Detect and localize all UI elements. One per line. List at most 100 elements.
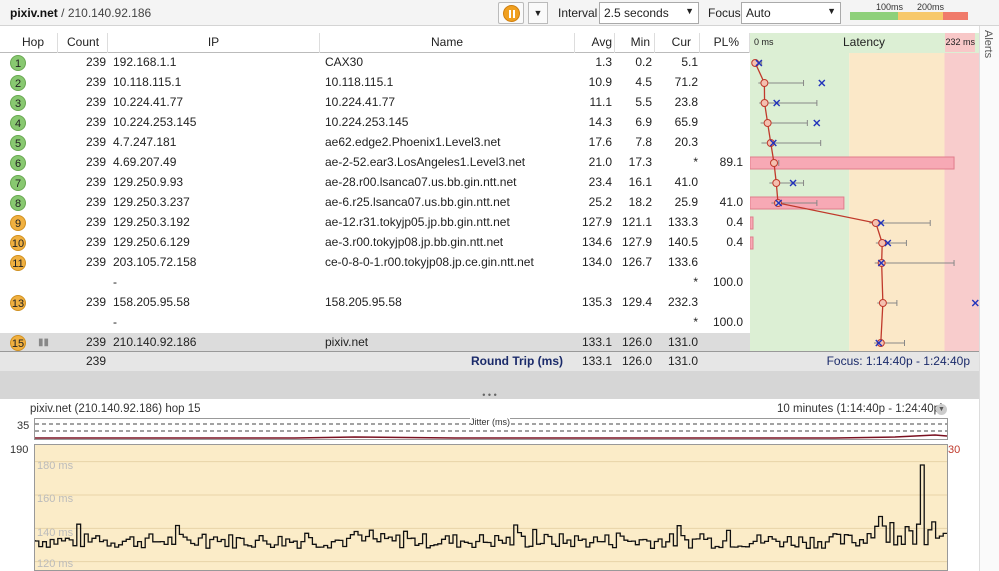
col-pl[interactable]: PL% [700,33,750,53]
hop-count: 239 [85,55,106,69]
table-row[interactable]: 3 239 10.224.41.77 10.224.41.77 11.1 5.5 23.8 [0,93,750,113]
focus-select[interactable]: Auto ▼ [741,2,841,24]
table-row[interactable]: 1 239 192.168.1.1 CAX30 1.3 0.2 5.1 [0,53,750,73]
jitter-graph: Jitter (ms) [34,417,948,440]
latency-chart [750,53,979,351]
hop-min: 127.9 [621,235,652,249]
hop-pl: 0.4 [726,235,743,249]
hop-badge: 6 [10,155,26,171]
col-avg[interactable]: Avg [575,33,615,53]
pane-splitter[interactable]: • • • [0,391,979,400]
hop-count: 239 [85,255,106,269]
table-row[interactable]: 13 239 158.205.95.58 158.205.95.58 135.3 129.… [0,293,750,313]
hop-cur: 5.1 [681,55,698,69]
hop-min: 126.0 [621,335,652,349]
col-latency[interactable]: 0 ms Latency 232 ms [750,33,979,53]
pause-dropdown-button[interactable]: ▼ [528,2,548,24]
table-row[interactable]: - * 100.0 [0,313,750,333]
hop-avg: 133.1 [581,335,612,349]
hop-count: 239 [85,115,106,129]
grid-label-180: 180 ms [37,460,74,472]
col-hop[interactable]: Hop [0,33,58,53]
hop-pl [700,53,743,73]
summary-label: Round Trip (ms) [471,354,563,368]
hop-cur: * [693,155,698,169]
table-row[interactable]: 4 239 10.224.253.145 10.224.253.145 14.3 6.9 6… [0,113,750,133]
hop-name: 158.205.95.58 [325,295,402,309]
hop-avg: 134.6 [581,235,612,249]
col-min[interactable]: Min [615,33,655,53]
hop-cur: 133.6 [667,255,698,269]
table-row[interactable]: 6 239 4.69.207.49 ae-2-52.ear3.LosAngeles1.… [0,153,750,173]
table-row[interactable]: 7 239 129.250.9.93 ae-28.r00.lsanca07.us.bb… [0,173,750,193]
hop-name: ae-2-52.ear3.LosAngeles1.Level3.net [325,155,526,169]
table-row[interactable]: - * 100.0 [0,273,750,293]
hop-pl [700,293,743,313]
hop-badge: 3 [10,95,26,111]
latency-legend [850,12,968,20]
hop-avg: 1.3 [595,55,612,69]
hop-badge: 15 [10,335,26,351]
avg-latency-point [772,179,781,187]
hop-pl [700,173,743,193]
col-ip[interactable]: IP [108,33,320,53]
summary-min: 126.0 [621,354,652,368]
grid-label-140: 140 ms [37,527,74,539]
hop-cur: 23.8 [674,95,698,109]
summary-count: 239 [85,354,106,368]
hop-ip: 129.250.3.237 [113,195,190,209]
hop-ip: 10.224.41.77 [113,95,184,109]
hop-ip: 158.205.95.58 [113,295,190,309]
col-name[interactable]: Name [320,33,575,53]
hop-name: pixiv.net [325,335,369,349]
avg-latency-point [878,299,887,307]
hop-avg: 23.4 [588,175,612,189]
col-cur[interactable]: Cur [655,33,700,53]
hop-count: 239 [85,135,106,149]
hop-count: 239 [85,215,106,229]
focus-range-label: Focus: 1:14:40p - 1:24:40p [826,354,970,368]
table-row[interactable]: 2 239 10.118.115.1 10.118.115.1 10.9 4.5 71.2 [0,73,750,93]
hop-ip: 4.7.247.181 [113,135,177,149]
hop-cur: 131.0 [667,335,698,349]
zone-warn [849,53,945,351]
hop-badge: 11 [10,255,26,271]
hop-min: 17.3 [628,155,652,169]
hop-pl [700,253,743,273]
hop-pl [700,73,743,93]
latency-history-graph: 180 ms 160 ms 140 ms 120 ms [34,444,948,571]
col-count[interactable]: Count [58,33,108,53]
pause-button[interactable] [498,2,524,24]
hop-avg: 134.0 [581,255,612,269]
interval-select[interactable]: 2.5 seconds ▼ [599,2,699,24]
avg-latency-point [760,79,769,87]
hop-count [58,313,108,333]
hop-min: 0.2 [635,55,652,69]
table-row[interactable]: 8 239 129.250.3.237 ae-6.r25.lsanca07.us.bb… [0,193,750,213]
round-trip-summary: 239 Round Trip (ms) 133.1 126.0 131.0 Fo… [0,351,979,371]
chevron-down-icon[interactable]: ▼ [936,404,947,415]
packet-loss-bar [750,156,955,170]
hop-name: 10.118.115.1 [325,75,394,89]
hop-count: 239 [85,155,106,169]
hop-ip: 129.250.9.93 [113,175,184,189]
hop-ip: 192.168.1.1 [113,55,177,69]
jitter-max-label: 35 [17,420,30,432]
summary-avg: 133.1 [581,354,612,368]
hop-cur: * [693,315,698,329]
bar-chart-icon[interactable]: ▮▮ [38,337,49,348]
hop-name: ae-3.r00.tokyjp08.jp.bb.gin.ntt.net [325,235,504,249]
hop-avg: 10.9 [588,75,612,89]
hop-ip: 129.250.3.192 [113,215,190,229]
hop-ip: 203.105.72.158 [113,255,197,269]
table-row[interactable]: 5 239 4.7.247.181 ae62.edge2.Phoenix1.Level… [0,133,750,153]
table-row[interactable]: 10 239 129.250.6.129 ae-3.r00.tokyjp08.jp.b… [0,233,750,253]
table-row[interactable]: 15 ▮▮ 239 210.140.92.186 pixiv.net 133.1 126.0… [0,333,750,353]
table-row[interactable]: 11 239 203.105.72.158 ce-0-8-0-1.r00.tokyjp… [0,253,750,273]
alerts-tab[interactable]: Alerts [979,26,999,571]
interval-label: Interval [558,6,598,20]
table-row[interactable]: 9 239 129.250.3.192 ae-12.r31.tokyjp05.jp.b… [0,213,750,233]
hop-pl: 89.1 [719,155,743,169]
hop-badge: 10 [10,235,26,251]
hop-badge: 2 [10,75,26,91]
